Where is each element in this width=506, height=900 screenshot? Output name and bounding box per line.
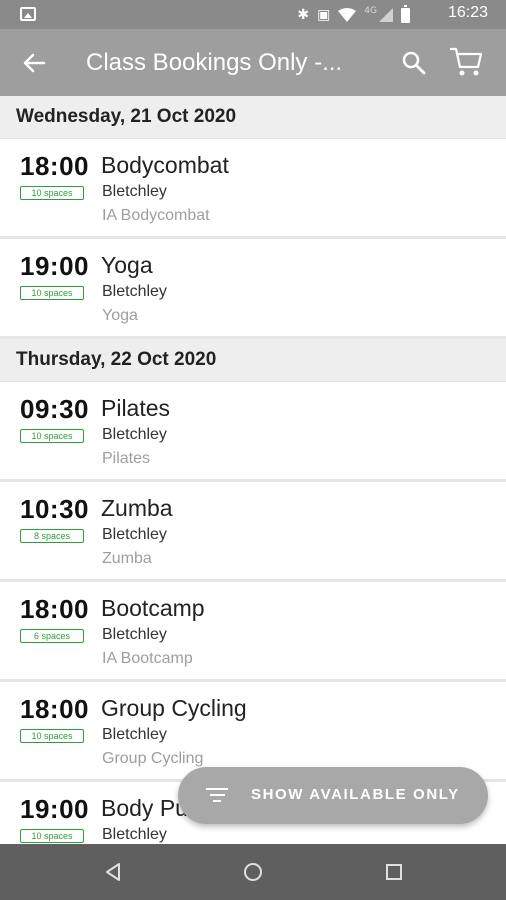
app-bar: Class Bookings Only -...	[0, 29, 506, 96]
class-subtitle: Group Cycling	[102, 750, 204, 767]
class-time: 18:00	[20, 694, 89, 724]
class-name: Zumba	[101, 495, 173, 521]
class-name: Group Cycling	[101, 695, 247, 721]
class-time: 18:00	[20, 594, 89, 624]
image-icon	[20, 7, 36, 21]
class-time: 19:00	[20, 794, 89, 824]
network-type-label: 4G	[364, 6, 377, 16]
page-title: Class Bookings Only -...	[86, 49, 343, 76]
recents-square-icon[interactable]	[382, 860, 406, 884]
spaces-badge: 10 spaces	[20, 829, 84, 843]
back-arrow-icon[interactable]	[18, 47, 50, 79]
class-subtitle: Yoga	[102, 307, 138, 324]
class-location: Bletchley	[102, 183, 167, 200]
home-circle-icon[interactable]	[241, 860, 265, 884]
status-bar: ✱ ▣ 4G 16:23	[0, 0, 506, 29]
spaces-badge: 6 spaces	[20, 629, 84, 643]
spaces-badge: 8 spaces	[20, 529, 84, 543]
class-time: 09:30	[20, 394, 89, 424]
class-location: Bletchley	[102, 826, 167, 843]
class-location: Bletchley	[102, 426, 167, 443]
class-time: 19:00	[20, 251, 89, 281]
battery-icon	[401, 4, 410, 23]
class-row[interactable]: 18:00 6 spaces Bootcamp Bletchley IA Boo…	[0, 582, 506, 682]
class-time: 10:30	[20, 494, 89, 524]
class-location: Bletchley	[102, 726, 167, 743]
show-available-only-button[interactable]: SHOW AVAILABLE ONLY	[178, 767, 488, 824]
class-name: Bootcamp	[101, 595, 205, 621]
class-subtitle: IA Bodycombat	[102, 207, 210, 224]
search-icon[interactable]	[400, 49, 428, 77]
class-row[interactable]: 18:00 10 spaces Bodycombat Bletchley IA …	[0, 139, 506, 239]
class-location: Bletchley	[102, 626, 167, 643]
class-name: Pilates	[101, 395, 171, 421]
class-location: Bletchley	[102, 283, 167, 300]
class-name: Body Pu	[101, 795, 188, 821]
back-triangle-icon[interactable]	[101, 860, 125, 884]
class-subtitle: IA Bootcamp	[102, 650, 193, 667]
spaces-badge: 10 spaces	[20, 286, 84, 300]
spaces-badge: 10 spaces	[20, 429, 84, 443]
filter-icon	[206, 788, 228, 804]
date-header: Thursday, 22 Oct 2020	[0, 339, 506, 382]
class-name: Bodycombat	[101, 152, 229, 178]
cart-icon[interactable]	[448, 45, 484, 79]
status-time: 16:23	[447, 4, 488, 21]
wifi-icon	[338, 8, 357, 22]
class-row[interactable]: 09:30 10 spaces Pilates Bletchley Pilate…	[0, 382, 506, 482]
class-subtitle: Zumba	[102, 550, 152, 567]
spaces-badge: 10 spaces	[20, 186, 84, 200]
class-row[interactable]: 19:00 10 spaces Yoga Bletchley Yoga	[0, 239, 506, 339]
class-location: Bletchley	[102, 526, 167, 543]
class-list[interactable]: Wednesday, 21 Oct 2020 18:00 10 spaces B…	[0, 96, 506, 844]
class-name: Yoga	[101, 252, 153, 278]
bluetooth-icon: ✱	[297, 7, 310, 23]
class-row[interactable]: 10:30 8 spaces Zumba Bletchley Zumba	[0, 482, 506, 582]
signal-icon	[379, 8, 393, 22]
status-icons: ✱ ▣ 4G	[297, 4, 410, 25]
class-time: 18:00	[20, 151, 89, 181]
show-available-only-label: SHOW AVAILABLE ONLY	[251, 786, 460, 803]
spaces-badge: 10 spaces	[20, 729, 84, 743]
date-header: Wednesday, 21 Oct 2020	[0, 96, 506, 139]
system-nav-bar	[0, 844, 506, 900]
nfc-icon: ▣	[317, 7, 331, 23]
class-subtitle: Pilates	[102, 450, 151, 467]
